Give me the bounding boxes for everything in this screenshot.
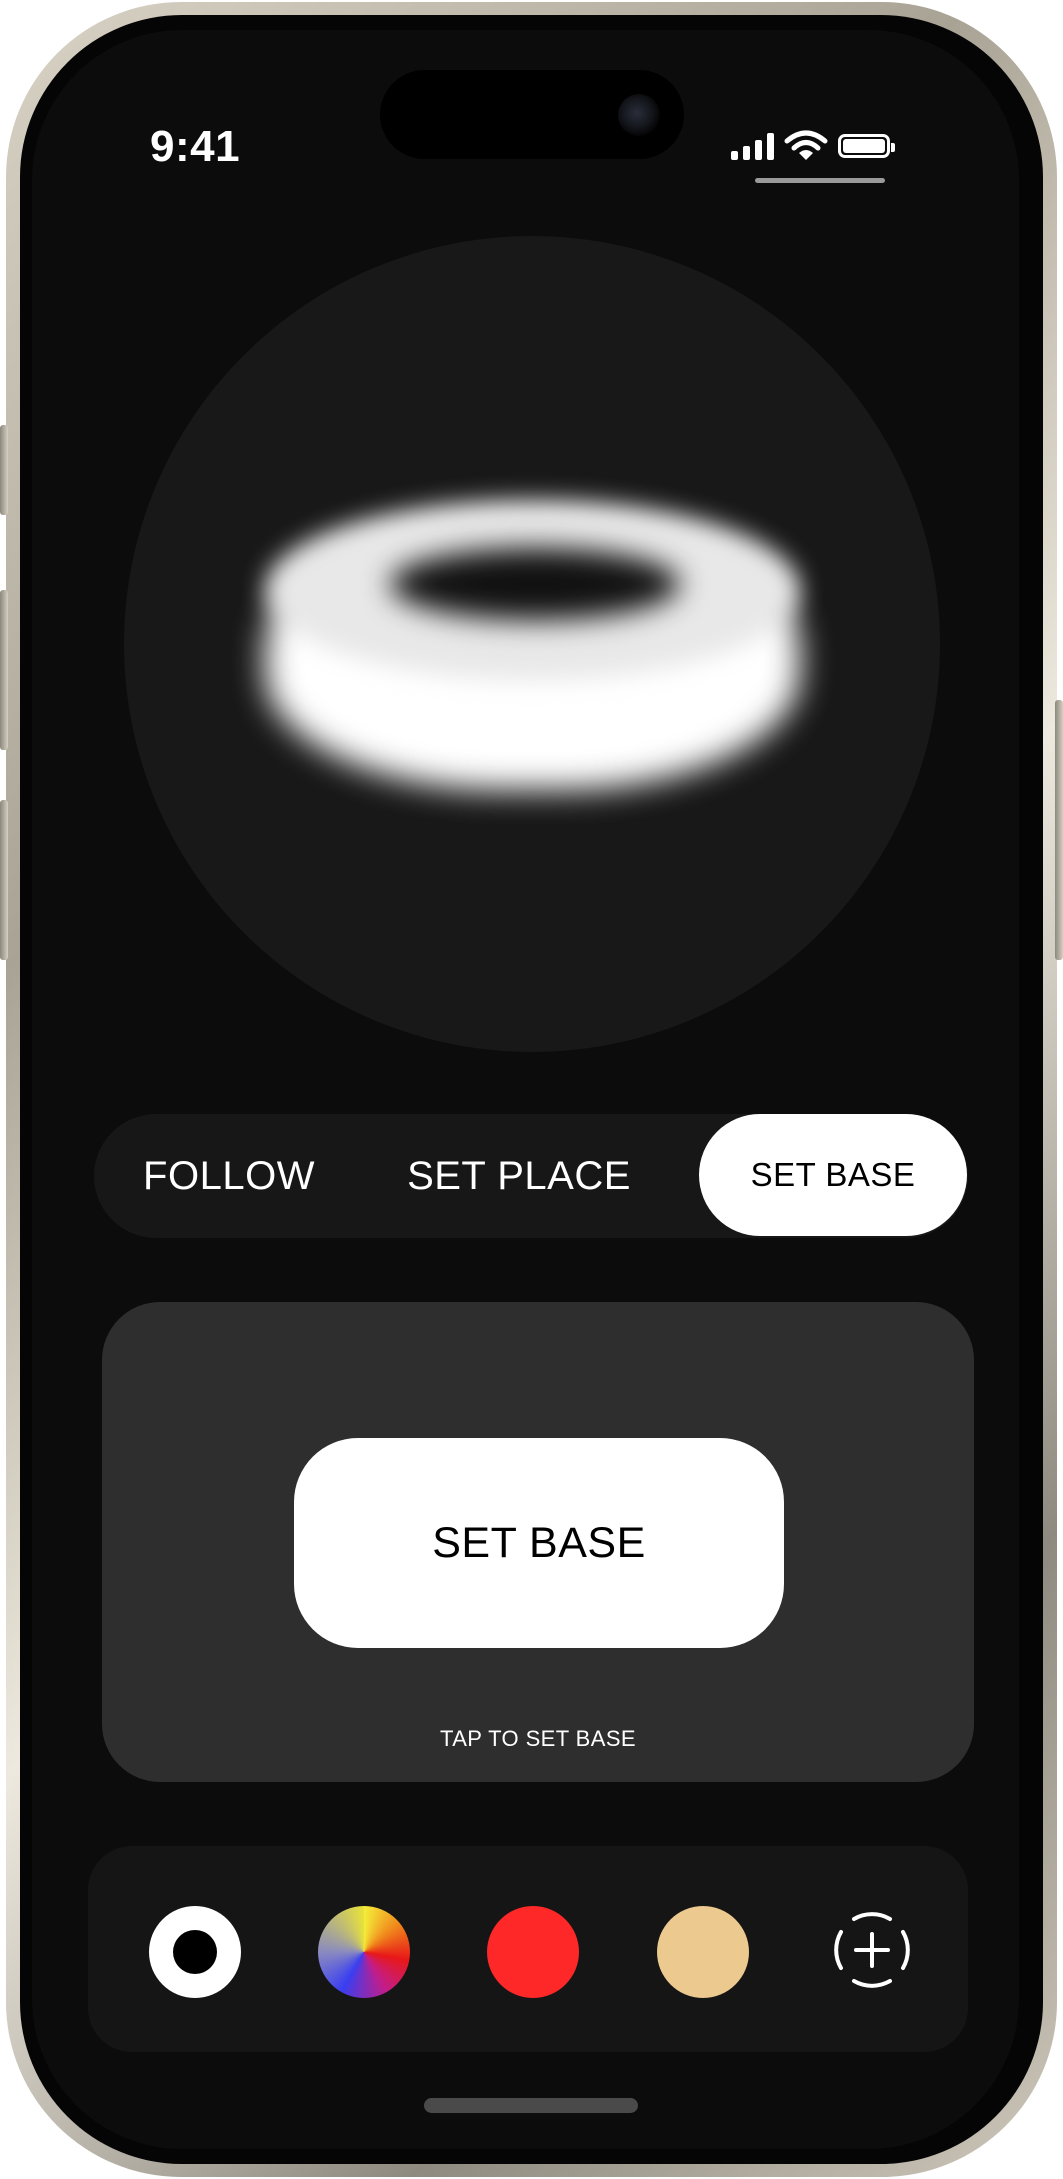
status-time: 9:41 <box>150 122 241 171</box>
power-button <box>1055 700 1063 960</box>
volume-up-button <box>0 590 8 750</box>
add-color-icon[interactable] <box>824 1902 920 1998</box>
front-camera-icon <box>618 94 660 136</box>
ring-object-image <box>265 500 800 790</box>
swatch-red[interactable] <box>487 1906 579 1998</box>
color-palette <box>88 1846 968 2052</box>
swatch-white-ring[interactable] <box>149 1906 241 1998</box>
set-base-hint: TAP TO SET BASE <box>440 1726 636 1751</box>
tab-set-base[interactable]: SET BASE <box>699 1114 967 1236</box>
action-button <box>0 425 8 515</box>
status-indicator-line <box>755 178 885 183</box>
swatch-tan[interactable] <box>657 1906 749 1998</box>
swatch-spectrum[interactable] <box>318 1906 410 1998</box>
wifi-icon <box>784 130 828 160</box>
home-indicator[interactable] <box>424 2098 638 2113</box>
volume-down-button <box>0 800 8 960</box>
battery-icon <box>838 134 895 158</box>
cellular-signal-icon <box>731 132 774 160</box>
tab-follow[interactable]: FOLLOW <box>134 1114 324 1238</box>
mode-selector: FOLLOW SET PLACE SET BASE <box>94 1114 968 1238</box>
set-base-button[interactable]: SET BASE <box>294 1438 784 1648</box>
set-base-panel: SET BASE TAP TO SET BASE <box>102 1302 974 1782</box>
tab-set-place[interactable]: SET PLACE <box>404 1114 634 1238</box>
status-icons <box>731 130 895 162</box>
